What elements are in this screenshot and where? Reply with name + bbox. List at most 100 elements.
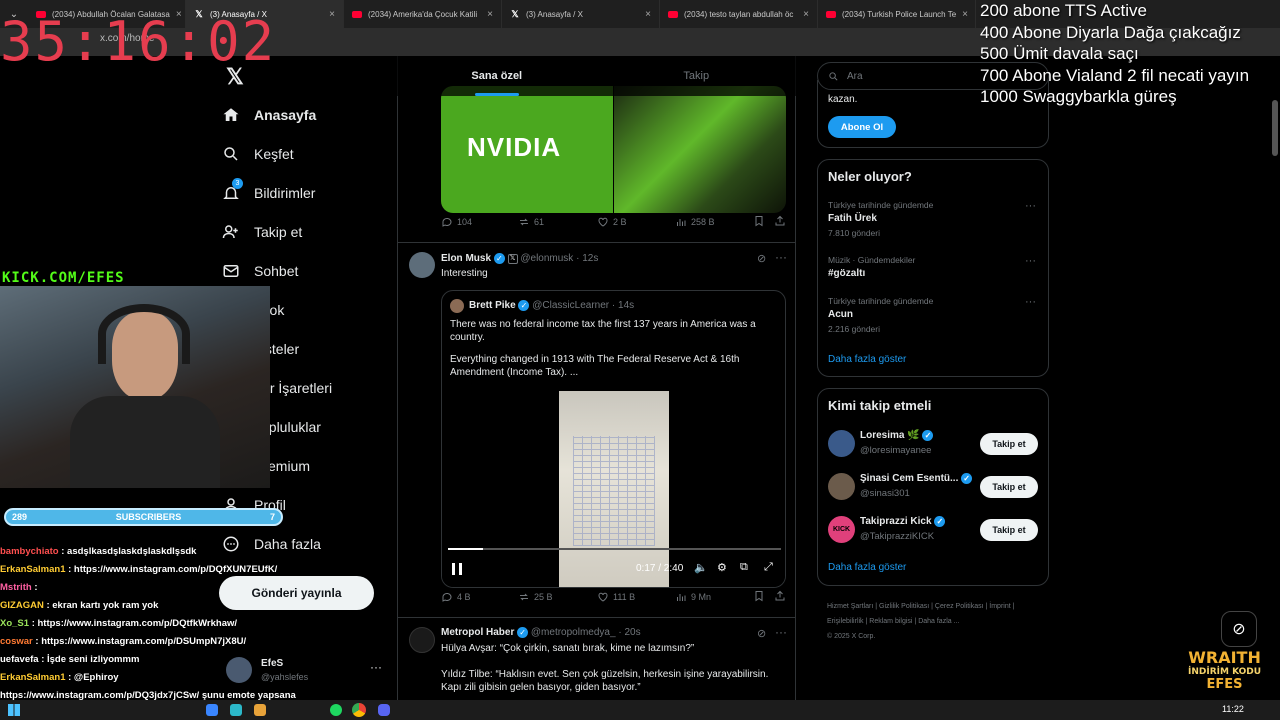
- author-name[interactable]: Elon Musk: [441, 253, 491, 264]
- chat-username[interactable]: GIZAGAN: [0, 600, 44, 611]
- footer-link[interactable]: İmprint: [989, 603, 1010, 610]
- chat-username[interactable]: Mstrith: [0, 582, 32, 593]
- settings-icon[interactable]: ⚙: [717, 561, 727, 574]
- more-icon[interactable]: ···: [370, 660, 382, 674]
- grok-icon[interactable]: ⊘: [757, 252, 766, 265]
- avatar[interactable]: [409, 627, 435, 653]
- post-time[interactable]: 20s: [624, 627, 640, 638]
- footer-link[interactable]: Hizmet Şartları: [827, 603, 873, 610]
- share-icon[interactable]: [774, 215, 786, 229]
- close-icon[interactable]: ×: [962, 9, 968, 20]
- chat-username[interactable]: bambychiato: [0, 546, 59, 557]
- chat-text: : asdşlkasdşlaskdşlaskdlşsdk: [61, 546, 197, 557]
- repost-count: 25 B: [534, 592, 553, 602]
- author-handle[interactable]: @elonmusk: [520, 253, 573, 264]
- trend-item[interactable]: Müzik · Gündemdekiler #gözaltı ···: [818, 253, 1048, 283]
- footer-link[interactable]: Daha fazla ...: [918, 618, 959, 625]
- follow-button[interactable]: Takip et: [980, 433, 1038, 455]
- repost-button[interactable]: 61: [518, 216, 544, 228]
- bookmark-icon[interactable]: [753, 215, 765, 229]
- quoted-post[interactable]: Brett Pike ✓ @ClassicLearner · 14s There…: [441, 290, 786, 588]
- follow-suggestion[interactable]: Şinasi Cem Esentü... ✓ @sinasi301 Takip …: [818, 472, 1048, 502]
- trend-item[interactable]: Türkiye tarihinde gündemde Fatih Ürek 7.…: [818, 198, 1048, 238]
- repost-count: 61: [534, 217, 545, 227]
- fullscreen-icon[interactable]: ⤢: [764, 561, 773, 574]
- footer-link[interactable]: Reklam bilgisi: [869, 618, 912, 625]
- footer-link[interactable]: Gizlilik Politikası: [879, 603, 929, 610]
- trend-item[interactable]: Türkiye tarihinde gündemde Acun 2.216 gö…: [818, 294, 1048, 334]
- post-media[interactable]: NVIDIA: [441, 86, 786, 213]
- follow-button[interactable]: Takip et: [980, 476, 1038, 498]
- volume-icon[interactable]: 🔈: [694, 561, 708, 574]
- who-to-follow-title: Kimi takip etmeli: [828, 398, 932, 413]
- views-button[interactable]: 258 B: [675, 216, 715, 228]
- trend-title: Acun: [828, 309, 853, 320]
- reply-button[interactable]: 104: [441, 216, 472, 228]
- more-icon[interactable]: ···: [1025, 255, 1036, 267]
- views-button[interactable]: 9 Mn: [675, 591, 711, 603]
- chat-username[interactable]: Xo_S1: [0, 618, 29, 629]
- like-button[interactable]: 111 B: [597, 591, 635, 603]
- post-time[interactable]: 12s: [582, 253, 598, 264]
- close-icon[interactable]: ×: [487, 9, 493, 20]
- tab-following[interactable]: Takip: [597, 56, 797, 96]
- taskbar-app-icon[interactable]: [254, 704, 266, 716]
- chat-username[interactable]: ErkanSalman1: [0, 672, 65, 683]
- chat-username[interactable]: ErkanSalman1: [0, 564, 65, 575]
- suggestion-handle: @loresimayanee: [860, 445, 932, 456]
- chrome-icon[interactable]: [352, 703, 366, 717]
- author-handle[interactable]: @metropolmedya_: [531, 627, 616, 638]
- footer-link[interactable]: Erişilebilirlik: [827, 618, 864, 625]
- nav-item-home[interactable]: Anasayfa: [222, 106, 316, 124]
- browser-tab[interactable]: 𝕏 (3) Anasayfa / X ×: [502, 0, 660, 28]
- scrollbar[interactable]: [1272, 100, 1278, 156]
- like-button[interactable]: 2 B: [597, 216, 627, 228]
- nav-item-notifications[interactable]: 3 Bildirimler: [222, 178, 315, 202]
- pip-icon[interactable]: ⧉: [740, 561, 748, 574]
- chat-username[interactable]: coswar: [0, 636, 33, 647]
- close-icon[interactable]: ×: [645, 9, 651, 20]
- goal-line: 500 Ümit davala saçı: [980, 44, 1139, 63]
- follow-suggestion[interactable]: Loresima 🌿 ✓ @loresimayanee Takip et: [818, 429, 1048, 459]
- close-icon[interactable]: ×: [803, 9, 809, 20]
- more-icon[interactable]: ···: [775, 250, 787, 264]
- more-icon[interactable]: ···: [775, 625, 787, 639]
- grok-icon[interactable]: ⊘: [757, 627, 766, 640]
- reply-button[interactable]: 4 B: [441, 591, 471, 603]
- more-icon[interactable]: ···: [1025, 200, 1036, 212]
- author-name[interactable]: Metropol Haber: [441, 627, 514, 638]
- nav-item-follow[interactable]: Takip et: [222, 223, 302, 241]
- show-more-link[interactable]: Daha fazla göster: [828, 562, 906, 573]
- nav-item-explore[interactable]: Keşfet: [222, 145, 294, 163]
- grok-float-button[interactable]: ⊘: [1221, 611, 1257, 647]
- discord-icon[interactable]: [378, 704, 390, 716]
- repost-button[interactable]: 25 B: [518, 591, 553, 603]
- follow-button[interactable]: Takip et: [980, 519, 1038, 541]
- pause-icon[interactable]: [452, 563, 462, 575]
- subscribe-button[interactable]: Abone Ol: [828, 116, 896, 138]
- more-icon[interactable]: ···: [1025, 296, 1036, 308]
- suggestion-handle: @TakiprazziKICK: [860, 531, 935, 542]
- close-icon[interactable]: ×: [329, 9, 335, 20]
- share-icon[interactable]: [774, 590, 786, 604]
- clock-time[interactable]: 11:22: [1222, 704, 1244, 714]
- footer-link[interactable]: Çerez Politikası: [935, 603, 984, 610]
- follow-suggestion[interactable]: KICK Takiprazzi Kick ✓ @TakiprazziKICK T…: [818, 515, 1048, 545]
- video-progress-track[interactable]: [448, 548, 781, 550]
- taskbar-app-icon[interactable]: [330, 704, 342, 716]
- show-more-link[interactable]: Daha fazla göster: [828, 354, 906, 365]
- chat-username[interactable]: uefavefa: [0, 654, 39, 665]
- nav-item-messages[interactable]: Sohbet: [222, 262, 298, 280]
- browser-tab[interactable]: (2034) testo taylan abdullah öc ×: [660, 0, 818, 28]
- tab-for-you[interactable]: Sana özel: [397, 56, 597, 96]
- video-player[interactable]: 0:17 / 2:40 🔈 ⚙ ⧉ ⤢: [442, 391, 785, 587]
- browser-tab[interactable]: (2034) Turkish Police Launch Te ×: [818, 0, 976, 28]
- browser-tab[interactable]: (2034) Amerika'da Çocuk Katili ×: [344, 0, 502, 28]
- avatar[interactable]: [409, 252, 435, 278]
- taskbar-app-icon[interactable]: [206, 704, 218, 716]
- trends-title: Neler oluyor?: [828, 169, 912, 184]
- like-count: 111 B: [613, 592, 636, 602]
- windows-start-icon[interactable]: [8, 704, 20, 716]
- taskbar-app-icon[interactable]: [230, 704, 242, 716]
- bookmark-icon[interactable]: [753, 590, 765, 604]
